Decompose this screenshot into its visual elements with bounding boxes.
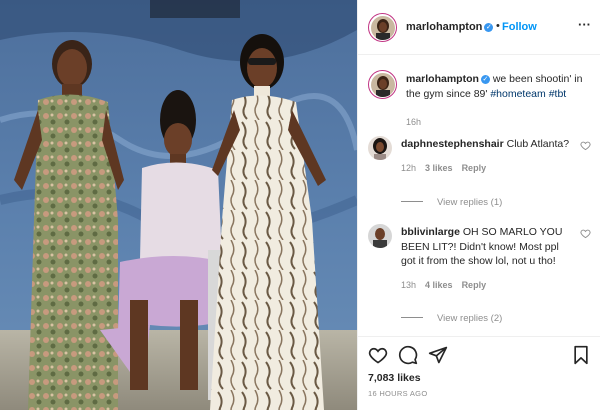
comment-text: daphnestephenshair Club Atlanta? 12h 3 li… [401,137,571,175]
comments-section: marlohampton ✓ we been shootin' in the gy… [358,56,600,336]
replies-divider [401,201,423,202]
instagram-post: marlohampton ✓ • Follow ··· marlohampton… [0,0,600,410]
commenter-avatar-image [368,224,392,248]
comment-text: bblivinlarge OH SO MARLO YOU BEEN LIT?! … [401,225,571,292]
post-timestamp[interactable]: 16 HOURS AGO [368,389,427,398]
post-side-panel: marlohampton ✓ • Follow ··· marlohampton… [357,0,600,410]
commenter-username[interactable]: daphnestephenshair [401,138,504,150]
commenter-avatar-image [368,136,392,160]
more-horizontal-icon[interactable]: ··· [578,17,591,32]
likes-count[interactable]: 7,083 likes [368,372,421,384]
comment-heart-icon[interactable] [580,140,591,151]
commenter-username[interactable]: bblivinlarge [401,226,460,238]
verified-badge-icon: ✓ [480,75,490,84]
hashtag-link[interactable]: #tbt [549,88,567,100]
reply-button[interactable]: Reply [462,163,487,173]
author-username[interactable]: marlohampton ✓ [406,21,494,33]
comment-time[interactable]: 12h [401,163,416,173]
follow-button[interactable]: Follow [502,21,537,33]
caption-username[interactable]: marlohampton [406,73,479,85]
post-header: marlohampton ✓ • Follow ··· [358,0,600,55]
caption-avatar-image [370,72,395,97]
caption-meta: 16h [406,115,586,130]
bookmark-icon[interactable] [572,345,590,365]
comment-likes[interactable]: 4 likes [425,280,453,290]
comment-icon[interactable] [398,345,418,365]
view-replies-button[interactable]: View replies (1) [401,197,502,208]
separator-dot: • [496,20,500,32]
author-avatar-image [370,15,395,40]
comment-body: Club Atlanta? [503,138,570,150]
hashtag-link[interactable]: #hometeam [490,88,545,100]
photo-illustration [0,0,357,410]
view-replies-button[interactable]: View replies (2) [401,313,502,324]
post-actions: 7,083 likes 16 HOURS AGO [358,336,600,410]
commenter-avatar[interactable] [368,136,392,160]
comment-likes[interactable]: 3 likes [425,163,453,173]
comment-meta: 13h 4 likes Reply [401,278,571,293]
author-avatar[interactable] [368,13,397,42]
commenter-avatar[interactable] [368,224,392,248]
post-photo[interactable] [0,0,357,410]
comment-meta: 12h 3 likes Reply [401,161,571,176]
caption-time[interactable]: 16h [406,117,421,127]
comment-time[interactable]: 13h [401,280,416,290]
reply-button[interactable]: Reply [462,280,487,290]
caption-text: marlohampton ✓ we been shootin' in the gy… [406,72,586,130]
verified-badge-icon: ✓ [484,23,494,32]
share-icon[interactable] [428,345,448,365]
heart-icon[interactable] [368,345,388,365]
replies-divider [401,317,423,318]
comment-heart-icon[interactable] [580,228,591,239]
caption-avatar[interactable] [368,70,397,99]
